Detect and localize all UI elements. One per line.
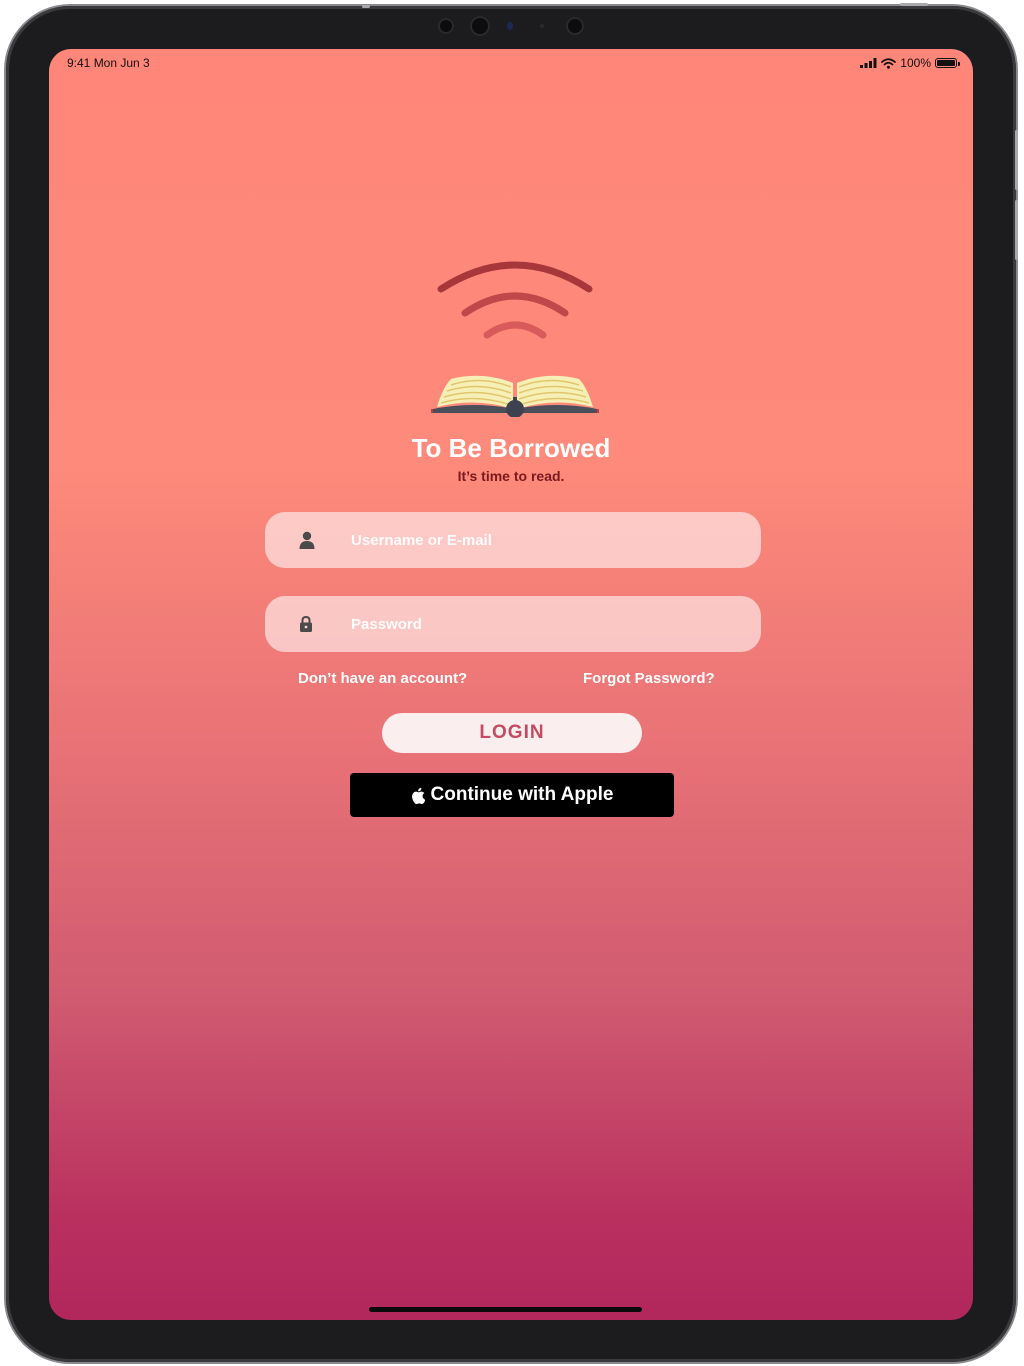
password-field[interactable]: [265, 596, 761, 652]
signal-icon: [860, 58, 877, 68]
apple-signin-button[interactable]: Continue with Apple: [350, 773, 674, 817]
app-logo-icon: [431, 261, 599, 417]
lock-icon: [300, 615, 312, 632]
screen: 9:41 Mon Jun 3 100% To Be Borrowed It’s …: [49, 49, 973, 1320]
sensor-dot: [438, 18, 454, 34]
camera-lens: [470, 16, 490, 36]
top-button: [362, 5, 370, 8]
wifi-icon: [881, 57, 897, 69]
app-title: To Be Borrowed: [411, 433, 611, 463]
volume-button: [1015, 130, 1018, 190]
app-tagline: It’s time to read.: [457, 468, 565, 484]
top-button-right: [900, 3, 928, 6]
signup-link[interactable]: Don’t have an account?: [298, 670, 467, 687]
camera-lens-2: [566, 17, 584, 35]
login-button[interactable]: LOGIN: [382, 713, 642, 753]
apple-icon: [411, 787, 425, 804]
status-bar: 9:41 Mon Jun 3 100%: [67, 56, 960, 72]
battery-percent: 100%: [900, 56, 931, 70]
password-input[interactable]: [349, 596, 741, 652]
sensor-blue: [507, 22, 513, 30]
volume-button-2: [1015, 200, 1018, 260]
camera-bar: [436, 14, 586, 38]
status-time: 9:41 Mon Jun 3: [67, 56, 150, 70]
user-icon: [299, 531, 315, 549]
apple-button-label: Continue with Apple: [430, 784, 614, 805]
home-indicator[interactable]: [369, 1307, 642, 1312]
battery-icon: [935, 58, 960, 68]
username-field[interactable]: [265, 512, 761, 568]
username-input[interactable]: [349, 512, 741, 568]
status-right: 100%: [860, 56, 960, 70]
forgot-password-link[interactable]: Forgot Password?: [583, 670, 715, 687]
sensor-small: [540, 24, 544, 28]
